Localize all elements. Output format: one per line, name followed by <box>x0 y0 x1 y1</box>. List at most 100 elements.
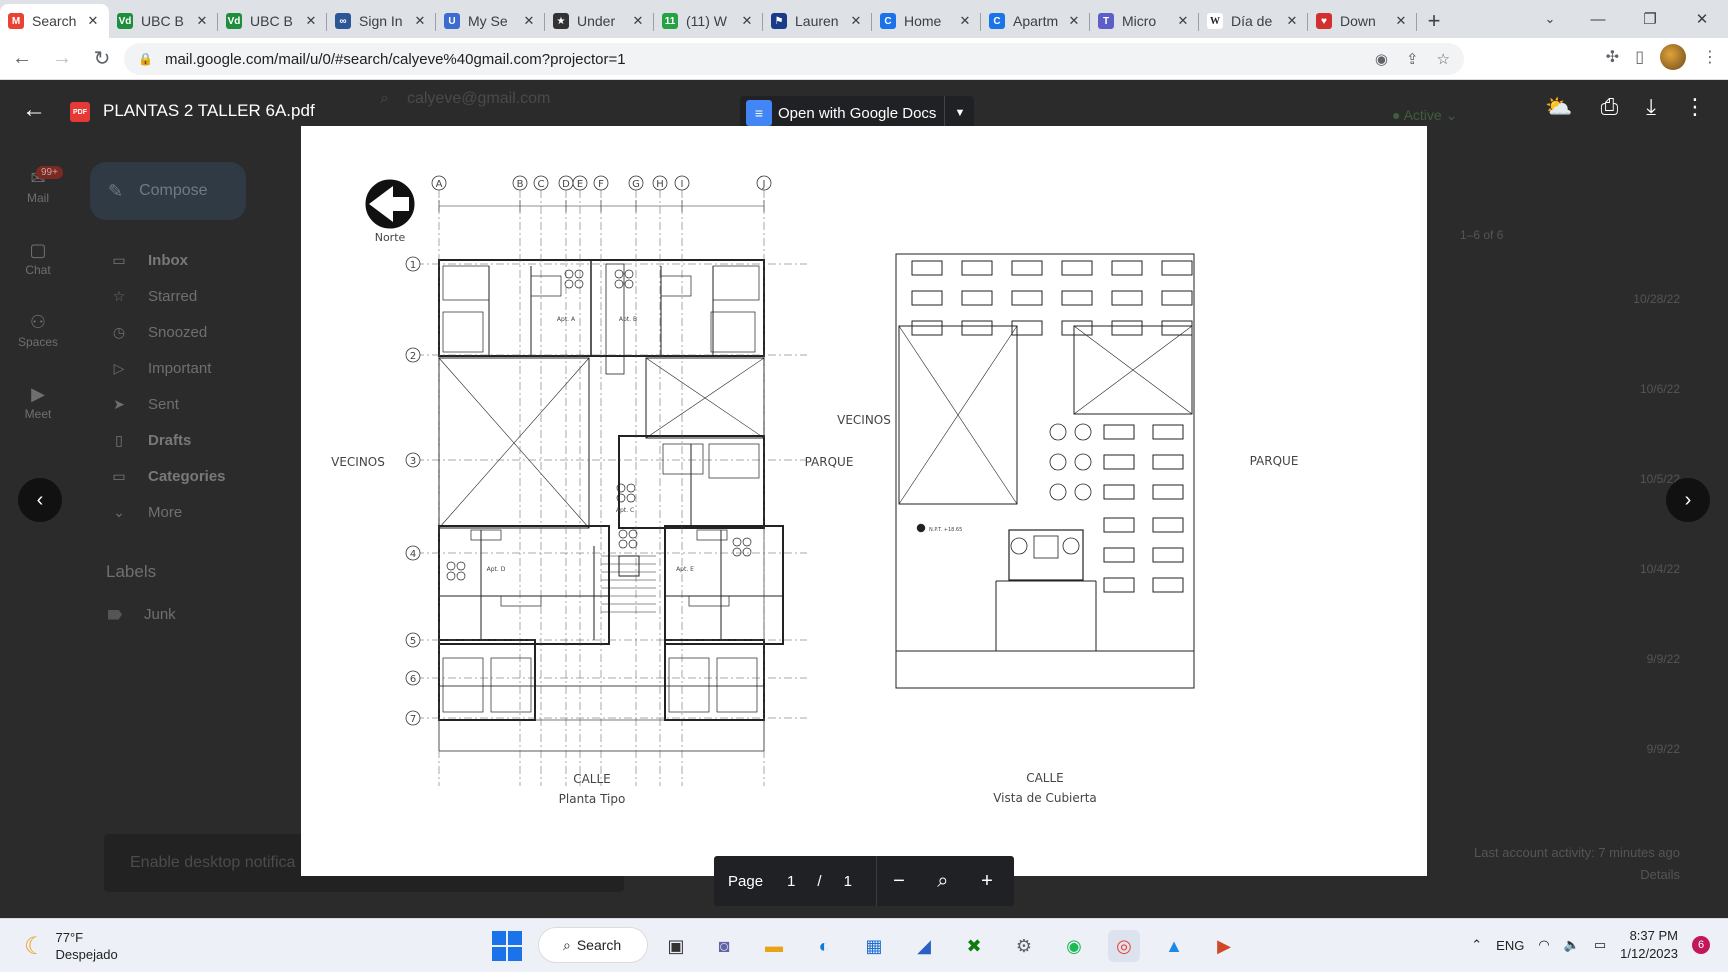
download-icon[interactable]: ⤓ <box>1646 94 1656 120</box>
rail-item-spaces[interactable]: ⚇ Spaces <box>0 312 76 349</box>
row-axis-label: 2 <box>410 351 416 362</box>
page-current-input[interactable]: 1 <box>787 873 795 890</box>
tracking-icon[interactable]: ◉ <box>1375 50 1388 68</box>
chrome-icon[interactable]: ◎ <box>1108 930 1140 962</box>
compose-button[interactable]: ✎ Compose <box>90 162 246 220</box>
address-bar[interactable]: 🔒 mail.google.com/mail/u/0/#search/calye… <box>124 43 1464 75</box>
browser-tab[interactable]: T Micro ✕ <box>1090 4 1199 38</box>
zoom-magnifier-icon[interactable]: ⌕ <box>921 870 965 893</box>
rail-item-meet[interactable]: ▶ Meet <box>0 384 76 421</box>
apartment-label: Apt. A <box>557 316 576 323</box>
clock[interactable]: 8:37 PM 1/12/2023 <box>1620 927 1678 963</box>
moon-icon: ☾ <box>24 932 46 960</box>
tab-close-icon[interactable]: ✕ <box>1066 13 1082 29</box>
nav-item-drafts[interactable]: ▯ Drafts <box>108 425 191 455</box>
tab-close-icon[interactable]: ✕ <box>412 13 428 29</box>
browser-tab[interactable]: W Día de ✕ <box>1199 4 1308 38</box>
side-panel-icon[interactable]: ▯ <box>1635 47 1644 67</box>
weather-widget[interactable]: ☾ 77°F Despejado <box>24 929 118 963</box>
previous-attachment-icon[interactable]: ‹ <box>18 478 62 522</box>
print-icon[interactable]: ⎙ <box>1601 94 1619 120</box>
browser-tab[interactable]: 11 (11) W ✕ <box>654 4 763 38</box>
tab-title: (11) W <box>686 13 727 29</box>
volume-muted-icon[interactable]: 🔈 <box>1564 937 1580 953</box>
photos-icon[interactable]: ▲ <box>1158 930 1190 962</box>
browser-tab[interactable]: Vd UBC B ✕ <box>218 4 327 38</box>
lock-icon[interactable]: 🔒 <box>138 52 153 66</box>
browser-tab[interactable]: U My Se ✕ <box>436 4 545 38</box>
nav-item-more[interactable]: ⌄ More <box>108 497 182 527</box>
battery-icon[interactable]: ▭ <box>1594 937 1606 953</box>
add-to-drive-icon[interactable]: ⛅ <box>1545 94 1572 120</box>
tab-close-icon[interactable]: ✕ <box>85 13 101 29</box>
browser-tab[interactable]: ⚑ Lauren ✕ <box>763 4 872 38</box>
windows-start-icon[interactable] <box>492 931 522 961</box>
maximize-icon[interactable]: ❐ <box>1624 0 1676 38</box>
label-junk[interactable]: Junk <box>108 606 176 623</box>
settings-gear-icon[interactable]: ⚙ <box>1008 930 1040 962</box>
task-view-icon[interactable]: ▣ <box>660 930 692 962</box>
profile-avatar[interactable] <box>1660 44 1686 70</box>
reload-icon[interactable]: ↻ <box>84 41 120 77</box>
language-indicator[interactable]: ENG <box>1496 938 1524 953</box>
nav-item-inbox[interactable]: ▭ Inbox <box>108 245 188 275</box>
tab-close-icon[interactable]: ✕ <box>521 13 537 29</box>
tab-close-icon[interactable]: ✕ <box>303 13 319 29</box>
tab-close-icon[interactable]: ✕ <box>1393 13 1409 29</box>
more-options-icon[interactable]: ⋮ <box>1684 94 1706 120</box>
rail-item-chat[interactable]: ▢ Chat <box>0 240 76 277</box>
nav-item-snoozed[interactable]: ◷ Snoozed <box>108 317 207 347</box>
zoom-in-icon[interactable]: + <box>965 870 1009 893</box>
row-axis-marker: 3 <box>405 452 807 468</box>
browser-tab[interactable]: ∞ Sign In ✕ <box>327 4 436 38</box>
browser-tab[interactable]: ♥ Down ✕ <box>1308 4 1417 38</box>
tab-close-icon[interactable]: ✕ <box>1175 13 1191 29</box>
xbox-icon[interactable]: ✖ <box>958 930 990 962</box>
chrome-menu-icon[interactable]: ⋮ <box>1702 47 1718 67</box>
tab-search-icon[interactable]: ⌄ <box>1535 4 1565 34</box>
browser-tab[interactable]: C Home ✕ <box>872 4 981 38</box>
details-link[interactable]: Details <box>1440 864 1680 886</box>
new-tab-button[interactable]: + <box>1417 4 1451 38</box>
nav-item-important[interactable]: ▷ Important <box>108 353 212 383</box>
nav-item-starred[interactable]: ☆ Starred <box>108 281 197 311</box>
zoom-out-icon[interactable]: − <box>877 870 921 893</box>
tab-close-icon[interactable]: ✕ <box>630 13 646 29</box>
teams-chat-icon[interactable]: ◙ <box>708 930 740 962</box>
tray-overflow-icon[interactable]: ⌃ <box>1471 937 1482 953</box>
bookmark-star-icon[interactable]: ☆ <box>1437 50 1450 68</box>
notification-count-badge[interactable]: 6 <box>1692 936 1710 954</box>
open-with-google-docs-button[interactable]: ≡ Open with Google Docs ▼ <box>740 96 975 130</box>
wifi-icon[interactable]: ◠ <box>1538 937 1549 953</box>
taskbar-search[interactable]: ⌕ Search <box>538 927 648 963</box>
mail-date: 10/6/22 <box>1639 382 1680 396</box>
tab-close-icon[interactable]: ✕ <box>848 13 864 29</box>
file-explorer-icon[interactable]: ▬ <box>758 930 790 962</box>
tab-close-icon[interactable]: ✕ <box>957 13 973 29</box>
open-with-dropdown-icon[interactable]: ▼ <box>944 96 974 130</box>
browser-tab[interactable]: ★ Under ✕ <box>545 4 654 38</box>
browser-tab[interactable]: M Search ✕ <box>0 4 109 38</box>
share-icon[interactable]: ⇪ <box>1406 50 1419 68</box>
close-viewer-arrow-icon[interactable]: ← <box>22 96 46 124</box>
forward-icon[interactable]: → <box>44 41 80 77</box>
extensions-icon[interactable]: ✣ <box>1606 47 1619 67</box>
math-app-icon[interactable]: ◢ <box>908 930 940 962</box>
back-icon[interactable]: ← <box>4 41 40 77</box>
label-junk-text: Junk <box>144 606 176 623</box>
tab-close-icon[interactable]: ✕ <box>194 13 210 29</box>
powerpoint-icon[interactable]: ▶ <box>1208 930 1240 962</box>
tab-close-icon[interactable]: ✕ <box>1284 13 1300 29</box>
nav-item-categories[interactable]: ▭ Categories <box>108 461 225 491</box>
tab-close-icon[interactable]: ✕ <box>739 13 755 29</box>
minimize-icon[interactable]: — <box>1572 0 1624 38</box>
nav-item-label: Inbox <box>148 251 188 269</box>
spotify-icon[interactable]: ◉ <box>1058 930 1090 962</box>
edge-icon[interactable]: ◐ <box>808 930 840 962</box>
close-window-icon[interactable]: ✕ <box>1676 0 1728 38</box>
nav-item-sent[interactable]: ➤ Sent <box>108 389 179 419</box>
browser-tab[interactable]: C Apartm ✕ <box>981 4 1090 38</box>
browser-tab[interactable]: Vd UBC B ✕ <box>109 4 218 38</box>
next-attachment-icon[interactable]: › <box>1666 478 1710 522</box>
store-icon[interactable]: ▦ <box>858 930 890 962</box>
